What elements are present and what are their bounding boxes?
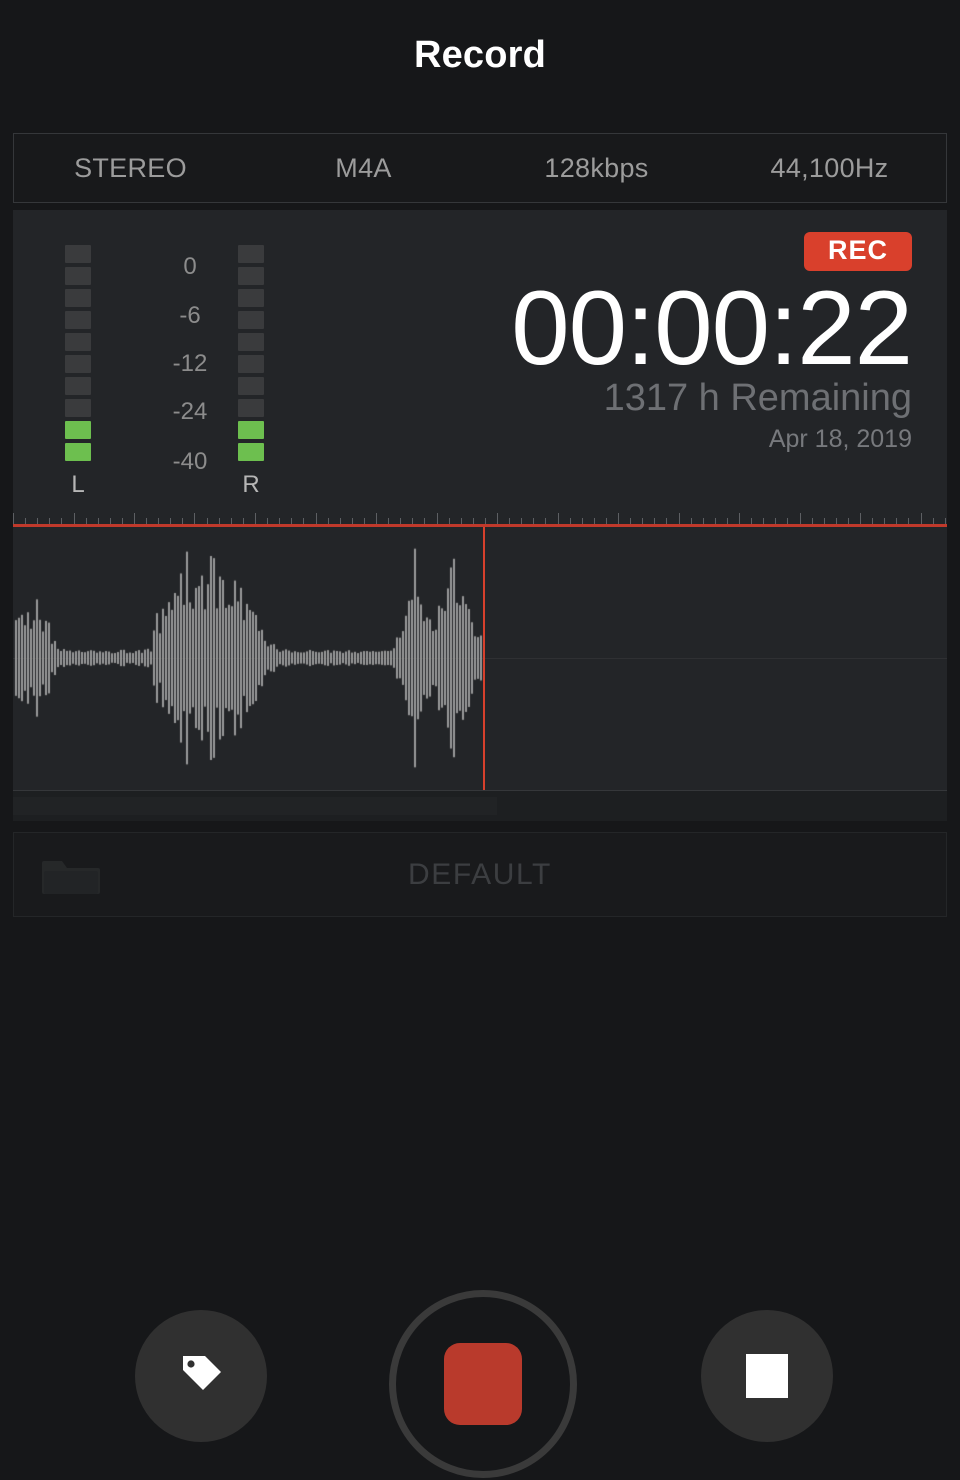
meter-segment	[65, 377, 91, 395]
meter-segment	[65, 333, 91, 351]
meter-scale-label: -12	[172, 350, 208, 377]
setting-bitrate[interactable]: 128kbps	[480, 153, 713, 184]
waveform-panel[interactable]	[13, 527, 947, 791]
meter-segment	[65, 443, 91, 461]
ruler-tick	[618, 513, 619, 524]
setting-file-format[interactable]: M4A	[247, 153, 480, 184]
waveform-scrollbar-thumb[interactable]	[13, 797, 497, 815]
rec-status-badge: REC	[803, 232, 912, 271]
meter-scale-label: -40	[172, 448, 208, 475]
transport-controls	[0, 1290, 960, 1480]
meter-segment	[238, 245, 264, 263]
meter-segment	[238, 355, 264, 373]
meter-segment	[238, 399, 264, 417]
tag-button[interactable]	[135, 1310, 267, 1442]
waveform-scrollbar[interactable]	[13, 791, 947, 821]
meter-segment	[238, 267, 264, 285]
stop-square-icon	[746, 1354, 788, 1398]
ruler-tick	[74, 513, 75, 524]
ruler-tick	[921, 513, 922, 524]
ruler-tick	[255, 513, 256, 524]
recording-settings-bar[interactable]: STEREO M4A 128kbps 44,100Hz	[13, 133, 947, 203]
timer-block: REC 00:00:22 1317 h Remaining Apr 18, 20…	[442, 232, 913, 453]
ruler-tick	[497, 513, 498, 524]
meter-segment	[65, 399, 91, 417]
ruler-tick	[376, 513, 377, 524]
meter-db-scale: 0 -6 -12 -24 -40	[140, 245, 240, 495]
ruler-tick	[739, 513, 740, 524]
waveform-canvas	[13, 527, 947, 791]
meter-scale-label: -24	[172, 398, 208, 425]
meter-segment	[238, 311, 264, 329]
ruler-tick	[316, 513, 317, 524]
record-button[interactable]	[389, 1290, 577, 1478]
tag-icon	[173, 1346, 229, 1407]
rec-status-badge-wrap: REC	[442, 232, 912, 271]
meter-segment	[65, 267, 91, 285]
ruler-tick	[194, 513, 195, 524]
folder-selector-bar[interactable]: DEFAULT	[13, 832, 947, 917]
setting-sample-rate[interactable]: 44,100Hz	[713, 153, 946, 184]
meter-segment	[65, 311, 91, 329]
recording-date: Apr 18, 2019	[768, 424, 912, 453]
meter-segment	[238, 377, 264, 395]
meter-segment	[238, 443, 264, 461]
ruler-tick	[134, 513, 135, 524]
ruler-tick	[558, 513, 559, 524]
meter-segment	[65, 245, 91, 263]
meter-scale-label: 0	[183, 253, 197, 280]
ruler-tick	[800, 513, 801, 524]
playhead-marker[interactable]	[482, 527, 485, 791]
meter-segment	[238, 421, 264, 439]
page-title: Record	[413, 33, 547, 76]
setting-channel-mode[interactable]: STEREO	[14, 153, 247, 184]
elapsed-time: 00:00:22	[511, 270, 913, 387]
ruler-tick	[679, 513, 680, 524]
ruler-tick	[437, 513, 438, 524]
meter-label-right: R	[242, 471, 260, 498]
meter-segment	[65, 421, 91, 439]
stop-button[interactable]	[701, 1310, 833, 1442]
ruler-tick	[13, 513, 14, 524]
app-header: Record	[0, 0, 960, 110]
level-meter-right	[238, 245, 264, 461]
level-meter-left	[65, 245, 91, 461]
meter-label-left: L	[71, 471, 85, 498]
ruler-tick	[860, 513, 861, 524]
level-meters: L R 0 -6 -12 -24 -40	[40, 245, 290, 498]
folder-icon	[42, 858, 100, 896]
meter-segment	[65, 289, 91, 307]
meter-timer-panel: L R 0 -6 -12 -24 -40 REC 00:00:22 1317 h Rem…	[13, 210, 947, 512]
meter-segment	[238, 289, 264, 307]
meter-scale-label: -6	[179, 302, 201, 329]
meter-segment	[65, 355, 91, 373]
record-square-icon	[444, 1343, 522, 1425]
folder-name: DEFAULT	[407, 857, 552, 891]
meter-segment	[238, 333, 264, 351]
